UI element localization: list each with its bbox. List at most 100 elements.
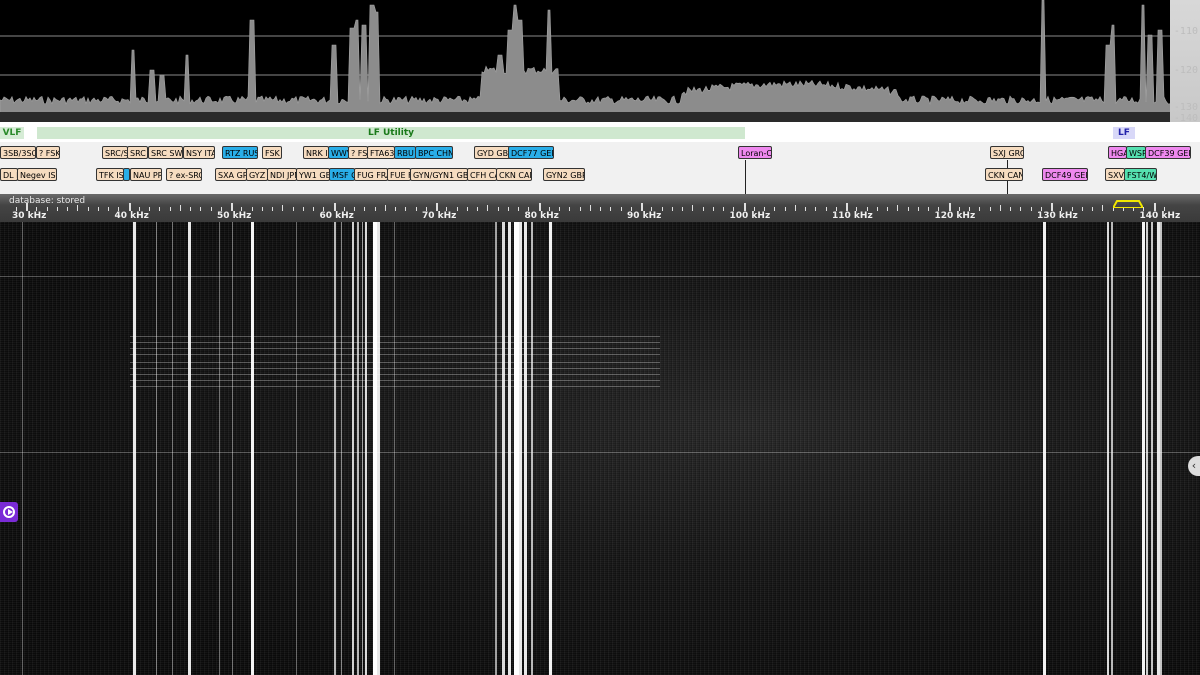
station-label[interactable]: SXV (1105, 168, 1125, 181)
station-label[interactable]: CKN CAN (985, 168, 1023, 181)
db-label: -120 (1173, 65, 1198, 76)
waterfall-display[interactable] (0, 222, 1200, 675)
waterfall-carrier (341, 222, 342, 675)
spectrum-fill (0, 0, 1173, 122)
station-label[interactable]: WSPI (1126, 146, 1146, 159)
scale-tick (610, 207, 612, 211)
scale-label: 120 kHz (934, 211, 976, 221)
station-label[interactable]: NRK IS (303, 146, 329, 159)
waterfall-carrier (1151, 222, 1153, 675)
station-label[interactable]: Loran-C (738, 146, 772, 159)
station-label[interactable]: SRC S (127, 146, 148, 159)
scale-tick (887, 207, 888, 211)
station-label[interactable]: HGA (1108, 146, 1127, 159)
db-label: -140 (1173, 113, 1198, 122)
scale-tick (600, 207, 601, 211)
band-lf-utility[interactable]: LF Utility (37, 127, 745, 139)
frequency-scale[interactable]: database: stored 30 kHz 40 kHz 50 kHz 60 kH… (0, 194, 1200, 222)
scale-label: 140 kHz (1139, 211, 1181, 221)
station-label[interactable]: FST4/W (1124, 168, 1157, 181)
play-button[interactable] (0, 502, 18, 522)
station-label[interactable]: FSK (262, 146, 282, 159)
waterfall-carrier (357, 222, 359, 675)
station-label[interactable]: 3SB/3SQ? (0, 146, 36, 159)
station-label[interactable]: SXJ GRC (990, 146, 1024, 159)
spectrum-display[interactable]: -110 -120 -130 -140 (0, 0, 1200, 122)
waterfall-carrier (251, 222, 254, 675)
scale-tick (26, 203, 28, 211)
station-label[interactable]: MSF GB (329, 168, 355, 181)
station-label[interactable]: SXA GRC (215, 168, 247, 181)
scale-tick (1092, 207, 1093, 211)
passband-marker[interactable] (1113, 200, 1143, 208)
waterfall-carrier (519, 222, 522, 675)
station-label[interactable]: FUE F (387, 168, 411, 181)
spectrum-trace (0, 0, 1173, 122)
band-lf[interactable]: LF (1113, 127, 1135, 139)
band-bar: VLF LF Utility LF (0, 122, 1200, 142)
scale-label: 70 kHz (422, 211, 457, 221)
waterfall-carrier (219, 222, 220, 675)
station-label[interactable]: DCF77 GER (508, 146, 554, 159)
scale-tick (497, 207, 499, 211)
waterfall-carrier (502, 222, 505, 675)
scale-tick (282, 205, 284, 211)
station-label[interactable]: ? FSK (36, 146, 60, 159)
station-label[interactable]: Negev ISR (17, 168, 57, 181)
station-label[interactable]: CFH CA (467, 168, 497, 181)
scale-tick (190, 207, 191, 211)
waterfall-carrier (133, 222, 136, 675)
station-label[interactable]: NSY ITA (183, 146, 215, 159)
scale-tick (159, 207, 161, 211)
band-vlf[interactable]: VLF (0, 127, 24, 139)
waterfall-interference-band (0, 452, 1200, 453)
scale-tick (876, 207, 878, 211)
scale-tick (743, 203, 746, 211)
scale-tick (507, 207, 509, 211)
scale-tick (897, 205, 899, 211)
waterfall-carrier (188, 222, 191, 675)
scale-tick (641, 203, 643, 211)
station-label[interactable]: SRC SWE (148, 146, 183, 159)
scale-tick (477, 207, 478, 211)
waterfall-carrier (1111, 222, 1113, 675)
station-label[interactable]: SRC/S (102, 146, 128, 159)
station-label[interactable]: GYN/GYN1 GBR (410, 168, 468, 181)
scale-label: 110 kHz (832, 211, 873, 221)
scale-tick (589, 205, 591, 211)
station-label[interactable]: DCF49 GER (1042, 168, 1088, 181)
station-label[interactable]: DL R (0, 168, 18, 181)
station-label[interactable]: BPC CHN (415, 146, 453, 159)
station-label[interactable]: TFK ISL (96, 168, 124, 181)
scale-tick (261, 207, 263, 211)
scale-label: 130 kHz (1037, 211, 1078, 221)
station-label[interactable]: CKN CAN (496, 168, 532, 181)
scale-tick (487, 205, 489, 211)
scale-tick (989, 207, 991, 211)
station-label[interactable] (123, 168, 130, 181)
db-label: -110 (1173, 26, 1198, 37)
scale-tick (620, 207, 622, 211)
scale-tick (712, 207, 714, 211)
station-label[interactable]: DCF39 GER (1145, 146, 1191, 159)
station-label[interactable]: RTZ RUS (222, 146, 258, 159)
station-label[interactable]: YW1 GBR (296, 168, 330, 181)
station-label[interactable]: GYZ G (246, 168, 268, 181)
station-label[interactable]: FUG FRA (354, 168, 388, 181)
waterfall-interference-band (130, 374, 660, 375)
station-label[interactable]: WWV (328, 146, 349, 159)
station-label[interactable]: RBU R (394, 146, 416, 159)
station-label[interactable]: ? FSK (348, 146, 368, 159)
station-label[interactable]: GYN2 GBR (543, 168, 585, 181)
station-label[interactable]: NDI JPN (267, 168, 297, 181)
waterfall-carrier (394, 222, 395, 675)
station-label[interactable]: GYD GBR (474, 146, 510, 159)
play-circle-icon (3, 506, 15, 518)
station-label[interactable]: FTA63 (367, 146, 395, 159)
station-label[interactable]: NAU PR (130, 168, 162, 181)
scale-tick (128, 203, 131, 211)
station-label[interactable]: ? ex-SRC (166, 168, 202, 181)
scale-tick (200, 207, 202, 211)
scale-tick (313, 207, 314, 211)
waterfall-carrier (362, 222, 363, 675)
